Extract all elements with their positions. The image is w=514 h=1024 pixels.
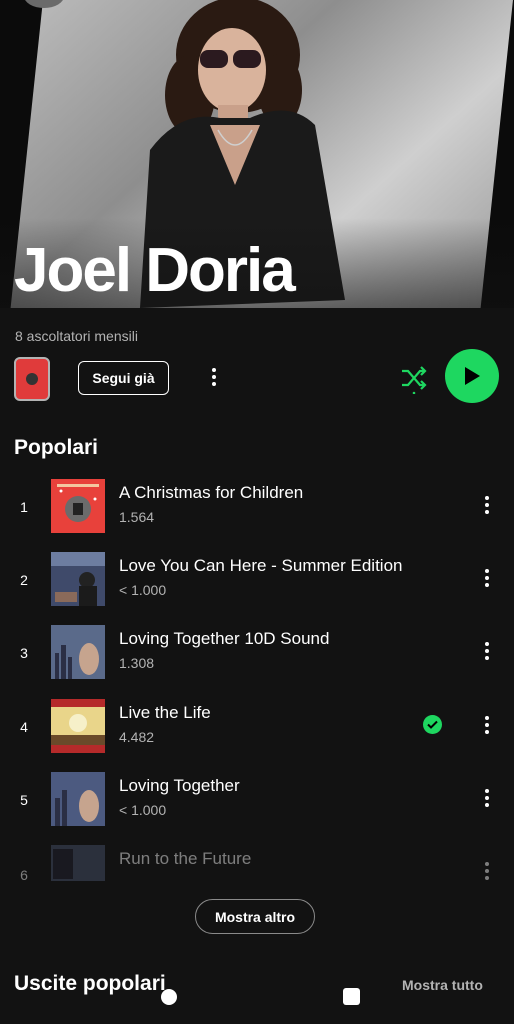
more-options-icon[interactable] [204, 367, 224, 387]
track-cover [51, 845, 105, 881]
kebab-icon[interactable] [477, 641, 497, 661]
track-row[interactable]: 3 Loving Together 10D Sound 1.308 [0, 625, 514, 681]
track-cover [51, 479, 105, 533]
track-cover [51, 772, 105, 826]
track-row[interactable]: 1 A Christmas for Children 1.564 [0, 479, 514, 535]
track-number: 3 [20, 645, 28, 661]
saved-check-icon[interactable] [423, 715, 442, 734]
play-button[interactable] [445, 349, 499, 403]
home-icon[interactable] [161, 989, 177, 1005]
square-icon[interactable] [343, 988, 360, 1005]
track-number: 6 [20, 867, 28, 881]
track-title: Love You Can Here - Summer Edition [119, 556, 403, 575]
track-title: A Christmas for Children [119, 483, 304, 502]
track-title: Live the Life [119, 703, 211, 722]
track-row[interactable]: 2 Love You Can Here - Summer Edition < 1… [0, 552, 514, 608]
track-row[interactable]: 6 Run to the Future [0, 845, 514, 881]
track-plays: 4.482 [119, 729, 155, 745]
track-plays: < 1.000 [119, 582, 167, 598]
artist-name: Joel Doria [14, 236, 296, 305]
track-title: Loving Together [119, 776, 240, 795]
track-cover [51, 552, 105, 606]
artist-pick-thumbnail[interactable] [14, 357, 50, 401]
track-plays: < 1.000 [119, 802, 167, 818]
kebab-icon[interactable] [477, 568, 497, 588]
kebab-icon[interactable] [477, 861, 497, 881]
kebab-icon[interactable] [477, 495, 497, 515]
follow-button[interactable]: Segui già [78, 361, 169, 395]
show-more-button[interactable]: Mostra altro [195, 899, 315, 934]
track-plays: 1.308 [119, 655, 155, 671]
track-cover [51, 699, 105, 753]
popular-section-title: Popolari [14, 436, 99, 459]
track-number: 2 [20, 572, 28, 588]
track-title: Loving Together 10D Sound [119, 629, 330, 648]
track-row[interactable]: 4 Live the Life 4.482 [0, 699, 514, 755]
track-row[interactable]: 5 Loving Together < 1.000 [0, 772, 514, 828]
kebab-icon[interactable] [477, 715, 497, 735]
show-all-link[interactable]: Mostra tutto [402, 977, 483, 993]
shuffle-icon[interactable] [400, 362, 428, 394]
track-title: Run to the Future [119, 849, 252, 868]
track-number: 4 [20, 719, 28, 735]
artist-hero: Joel Doria [0, 0, 514, 308]
monthly-listeners: 8 ascoltatori mensili [15, 328, 138, 344]
popular-releases-title: Uscite popolari [14, 972, 166, 995]
track-cover [51, 625, 105, 679]
track-plays: 1.564 [119, 509, 155, 525]
play-icon [465, 367, 480, 385]
track-number: 1 [20, 499, 28, 515]
kebab-icon[interactable] [477, 788, 497, 808]
track-number: 5 [20, 792, 28, 808]
